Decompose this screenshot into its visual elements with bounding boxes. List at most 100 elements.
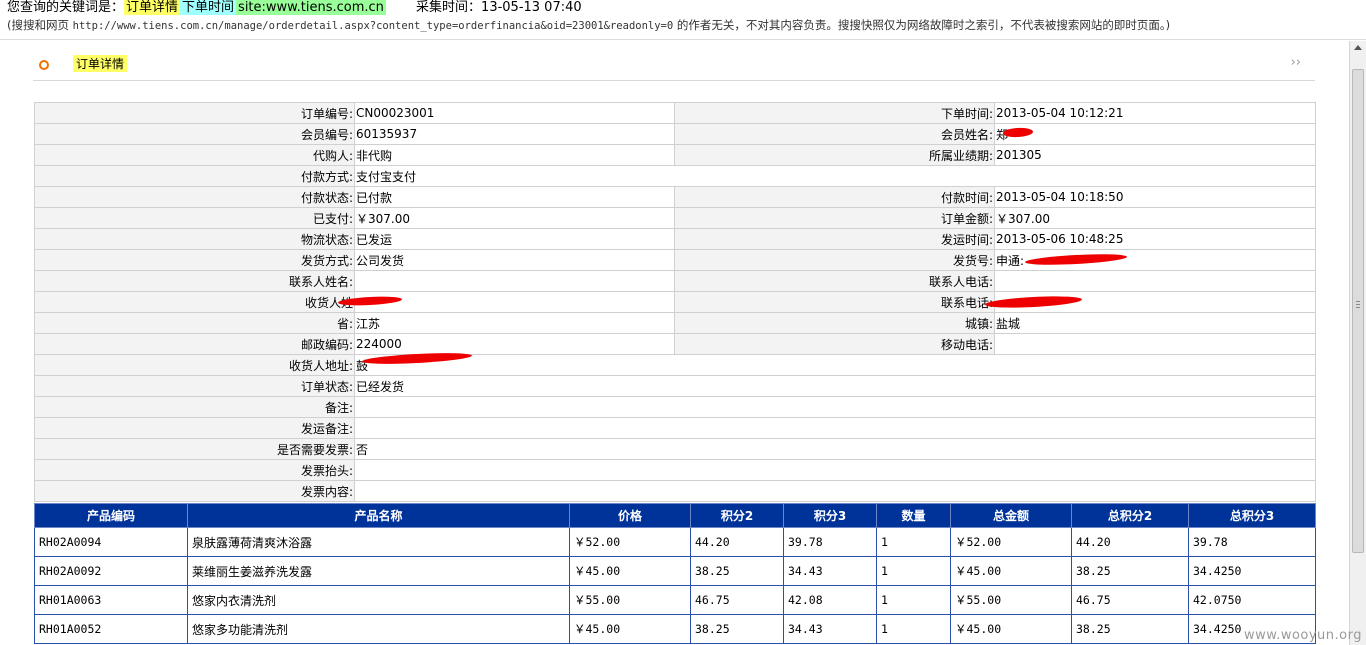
invoice-title-label: 发票抬头: [34, 459, 355, 481]
order-amount-label: 订单金额: [674, 207, 995, 229]
detail-row: 发票内容: [34, 480, 1316, 502]
invoice-content-value [354, 480, 1316, 502]
product-total: ￥45.00 [950, 614, 1072, 644]
table-row: RH01A0052 悠家多功能清洗剂 ￥45.00 38.25 34.43 1 … [34, 614, 1316, 644]
product-qty: 1 [876, 614, 951, 644]
circle-bullet-icon [39, 60, 49, 70]
page-header: 订单详情 ›› [33, 47, 1315, 81]
remark-label: 备注: [34, 396, 355, 418]
col-header-code: 产品编码 [34, 503, 188, 528]
notice-prefix: (搜搜和网页 [7, 18, 69, 32]
product-total-points2: 38.25 [1071, 614, 1189, 644]
keyword-highlight-3: site:www.tiens.com.cn [236, 0, 386, 15]
watermark: www.wooyun.org [1243, 628, 1362, 643]
product-points3: 34.43 [783, 556, 877, 586]
order-detail-table: 订单编号: CN00023001 下单时间: 2013-05-04 10:12:… [34, 102, 1316, 502]
table-row: RH02A0094 泉肤露薄荷清爽沐浴露 ￥52.00 44.20 39.78 … [34, 527, 1316, 557]
invoice-content-label: 发票内容: [34, 480, 355, 502]
detail-row: 邮政编码: 224000 移动电话: [34, 333, 1316, 355]
notice-suffix: 的作者无关，不对其内容负责。搜搜快照仅为网络故障时之索引，不代表被搜索网站的即时… [676, 18, 1171, 32]
product-table: 产品编码 产品名称 价格 积分2 积分3 数量 总金额 总积分2 总积分3 RH… [34, 503, 1316, 644]
keyword-highlight-2: 下单时间 [180, 0, 237, 15]
scrollbar-thumb[interactable] [1352, 69, 1364, 553]
mobile-label: 移动电话: [674, 333, 995, 355]
col-header-qty: 数量 [876, 503, 951, 528]
col-header-total-points2: 总积分2 [1071, 503, 1189, 528]
order-time-label: 下单时间: [674, 102, 995, 124]
double-chevron-right-icon[interactable]: ›› [1291, 55, 1301, 70]
order-status-value: 已经发货 [354, 375, 1316, 397]
remark-value [354, 396, 1316, 418]
pay-status-value: 已付款 [354, 186, 675, 208]
pay-method-label: 付款方式: [34, 165, 355, 187]
product-points2: 44.20 [690, 527, 784, 557]
detail-row: 代购人: 非代购 所属业绩期: 201305 [34, 144, 1316, 166]
receiver-name-label: 收货人姓 [34, 291, 355, 313]
product-name: 莱维丽生姜滋养洗发露 [187, 556, 570, 586]
product-total-points2: 44.20 [1071, 527, 1189, 557]
product-name: 悠家多功能清洗剂 [187, 614, 570, 644]
paid-value: ￥307.00 [354, 207, 675, 229]
postcode-value: 224000 [354, 333, 675, 355]
product-code: RH01A0063 [34, 585, 188, 615]
detail-row: 是否需要发票: 否 [34, 438, 1316, 460]
ship-time-label: 发运时间: [674, 228, 995, 250]
product-points2: 38.25 [690, 614, 784, 644]
receiver-name-value [354, 291, 675, 313]
mobile-value [994, 333, 1316, 355]
ship-method-label: 发货方式: [34, 249, 355, 271]
detail-row: 省: 江苏 城镇: 盐城 [34, 312, 1316, 334]
agent-label: 代购人: [34, 144, 355, 166]
detail-row: 订单编号: CN00023001 下单时间: 2013-05-04 10:12:… [34, 102, 1316, 124]
address-value: 鼓 [354, 354, 1316, 376]
keyword-highlight-1: 订单详情 [124, 0, 181, 15]
source-url-link[interactable]: http://www.tiens.com.cn/manage/orderdeta… [73, 20, 674, 32]
product-price: ￥55.00 [569, 585, 691, 615]
product-points3: 39.78 [783, 527, 877, 557]
order-detail-page: 订单详情 ›› 订单编号: CN00023001 下单时间: 2013-05-0… [0, 41, 1349, 645]
table-row: RH01A0063 悠家内衣清洗剂 ￥55.00 46.75 42.08 1 ￥… [34, 585, 1316, 615]
ship-remark-label: 发运备注: [34, 417, 355, 439]
pay-time-value: 2013-05-04 10:18:50 [994, 186, 1316, 208]
postcode-label: 邮政编码: [34, 333, 355, 355]
product-total-points3: 39.78 [1188, 527, 1316, 557]
product-total-points3: 42.0750 [1188, 585, 1316, 615]
logistics-status-label: 物流状态: [34, 228, 355, 250]
ship-remark-value [354, 417, 1316, 439]
order-time-value: 2013-05-04 10:12:21 [994, 102, 1316, 124]
detail-row: 发货方式: 公司发货 发货号: 申通: [34, 249, 1316, 271]
detail-row: 付款方式: 支付宝支付 [34, 165, 1316, 187]
product-qty: 1 [876, 527, 951, 557]
scroll-up-arrow-icon[interactable] [1354, 45, 1362, 50]
member-no-label: 会员编号: [34, 123, 355, 145]
contact-phone-value [994, 270, 1316, 292]
col-header-points2: 积分2 [690, 503, 784, 528]
agent-value: 非代购 [354, 144, 675, 166]
vertical-scrollbar[interactable] [1349, 41, 1366, 645]
period-value: 201305 [994, 144, 1316, 166]
detail-row: 会员编号: 60135937 会员姓名: 郑 [34, 123, 1316, 145]
province-label: 省: [34, 312, 355, 334]
city-value: 盐城 [994, 312, 1316, 334]
product-header-row: 产品编码 产品名称 价格 积分2 积分3 数量 总金额 总积分2 总积分3 [34, 503, 1316, 528]
product-code: RH02A0092 [34, 556, 188, 586]
detail-row: 联系人姓名: 联系人电话: [34, 270, 1316, 292]
pay-method-value: 支付宝支付 [354, 165, 1316, 187]
receiver-phone-label: 联系电话: [674, 291, 995, 313]
grip-icon [1356, 304, 1360, 305]
product-qty: 1 [876, 556, 951, 586]
detail-row: 物流状态: 已发运 发运时间: 2013-05-06 10:48:25 [34, 228, 1316, 250]
col-header-name: 产品名称 [187, 503, 570, 528]
member-no-value: 60135937 [354, 123, 675, 145]
grip-icon [1356, 301, 1360, 302]
product-qty: 1 [876, 585, 951, 615]
grip-icon [1356, 307, 1360, 308]
table-row: RH02A0092 莱维丽生姜滋养洗发露 ￥45.00 38.25 34.43 … [34, 556, 1316, 586]
col-header-total-points3: 总积分3 [1188, 503, 1316, 528]
order-status-label: 订单状态: [34, 375, 355, 397]
period-label: 所属业绩期: [674, 144, 995, 166]
order-amount-value: ￥307.00 [994, 207, 1316, 229]
order-no-label: 订单编号: [34, 102, 355, 124]
product-points3: 34.43 [783, 614, 877, 644]
product-points2: 46.75 [690, 585, 784, 615]
